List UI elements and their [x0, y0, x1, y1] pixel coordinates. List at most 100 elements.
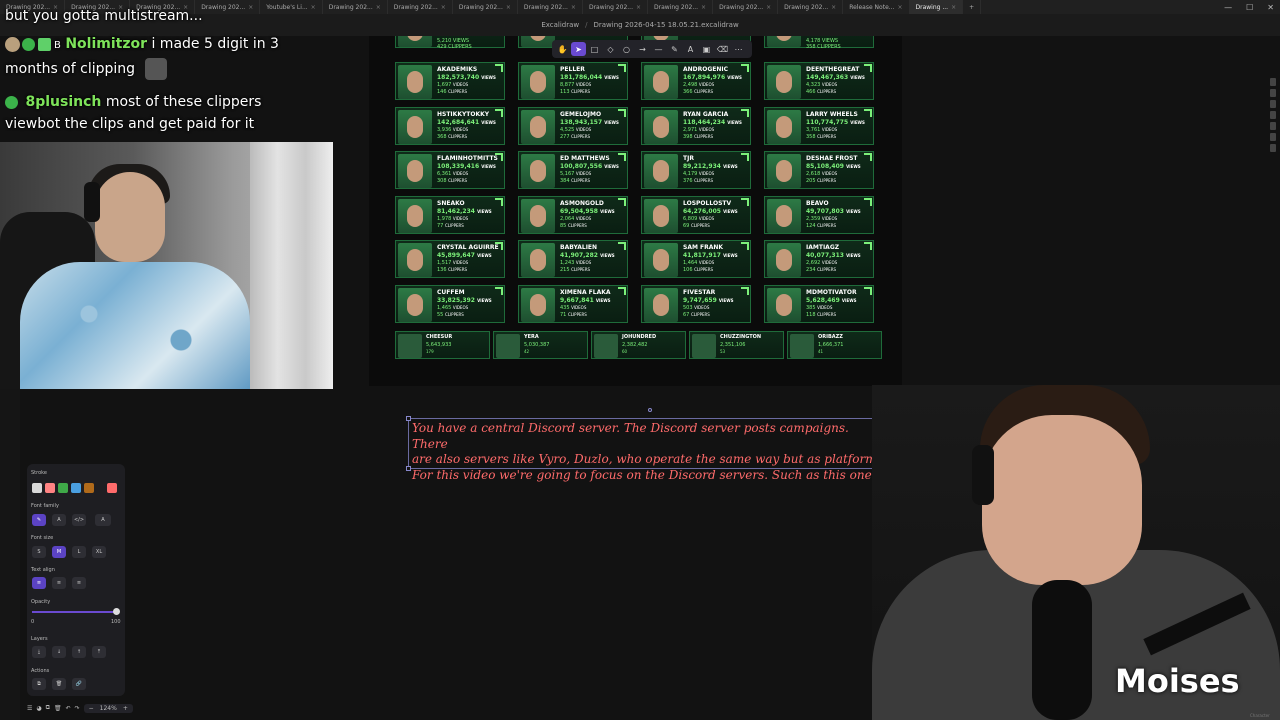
browser-tab[interactable]: Drawing 202... × — [713, 0, 779, 14]
stroke-color-swatch[interactable] — [107, 483, 117, 493]
side-icon[interactable] — [1270, 133, 1276, 141]
stroke-color-swatch[interactable] — [71, 483, 81, 493]
tab-label: Drawing 202... — [719, 3, 764, 11]
eraser-tool-icon[interactable]: ⌫ — [715, 42, 730, 56]
minimize-icon[interactable]: — — [1224, 3, 1232, 12]
browser-tab[interactable]: Drawing ... × — [909, 0, 964, 14]
side-icon[interactable] — [1270, 111, 1276, 119]
views-value: 110,774,775 — [806, 118, 849, 126]
side-icon[interactable] — [1270, 122, 1276, 130]
tab-close-icon[interactable]: × — [571, 4, 576, 11]
trash-icon[interactable]: 🗑 — [54, 705, 62, 712]
opacity-slider-knob[interactable] — [113, 608, 120, 615]
browser-tab[interactable]: Release Note... × — [843, 0, 910, 14]
browser-tab[interactable]: Drawing 202... × — [518, 0, 583, 14]
zoom-level[interactable]: 124% — [100, 705, 117, 712]
rectangle-tool-icon[interactable]: □ — [587, 42, 602, 56]
redo-icon[interactable]: ↷ — [75, 705, 80, 712]
stroke-color-swatch[interactable] — [32, 483, 42, 493]
menu-icon[interactable]: ☰ — [27, 705, 32, 712]
browser-tab[interactable]: Drawing 202... × — [583, 0, 649, 14]
text-tool-icon[interactable]: A — [683, 42, 698, 56]
line-tool-icon[interactable]: — — [651, 42, 666, 56]
tab-close-icon[interactable]: × — [766, 4, 771, 11]
videos-word: VIDEOS — [821, 82, 838, 87]
tab-close-icon[interactable]: × — [701, 4, 706, 11]
font-size-m-button[interactable]: M — [52, 546, 66, 558]
link-icon[interactable]: 🔗 — [72, 678, 86, 690]
views-word: VIEWS — [477, 298, 492, 303]
selection-tool-icon[interactable]: ➤ — [571, 42, 586, 56]
creator-videos: 435 VIDEOS — [560, 305, 586, 311]
rotation-handle[interactable] — [648, 408, 652, 412]
side-icon[interactable] — [1270, 89, 1276, 97]
diamond-tool-icon[interactable]: ◇ — [603, 42, 618, 56]
send-backward-icon[interactable]: ↓ — [52, 646, 66, 658]
font-code-button[interactable]: </> — [72, 514, 86, 526]
stroke-color-swatch[interactable] — [84, 483, 94, 493]
font-size-l-button[interactable]: L — [72, 546, 86, 558]
duplicate-icon[interactable]: ⧉ — [32, 678, 46, 690]
side-icon[interactable] — [1270, 78, 1276, 86]
browser-tab[interactable]: Drawing 202... × — [648, 0, 714, 14]
undo-icon[interactable]: ↶ — [66, 705, 71, 712]
tab-close-icon[interactable]: × — [897, 4, 902, 11]
creator-videos: 6,361 VIDEOS — [437, 171, 468, 177]
new-tab-button[interactable]: + — [963, 0, 982, 14]
tab-close-icon[interactable]: × — [831, 4, 836, 11]
creator-photo — [767, 154, 801, 189]
font-size-s-button[interactable]: S — [32, 546, 46, 558]
creator-photo — [521, 243, 555, 278]
bring-forward-icon[interactable]: ↑ — [72, 646, 86, 658]
creator-photo — [767, 198, 801, 233]
font-more-button[interactable]: A — [95, 514, 111, 526]
browser-tab[interactable]: Drawing 202... × — [453, 0, 518, 14]
creator-clippers: 77 CLIPPERS — [437, 223, 464, 229]
maximize-icon[interactable]: ☐ — [1246, 3, 1253, 12]
arrow-tool-icon[interactable]: → — [635, 42, 650, 56]
side-icon[interactable] — [1270, 144, 1276, 152]
more-tools-icon[interactable]: ⋯ — [731, 42, 746, 56]
tab-label: Drawing 202... — [654, 3, 699, 11]
resize-handle-nw[interactable] — [406, 416, 411, 421]
align-center-button[interactable]: ≡ — [52, 577, 66, 589]
tab-close-icon[interactable]: × — [506, 4, 511, 11]
close-window-icon[interactable]: ✕ — [1267, 3, 1274, 12]
zoom-out-button[interactable]: − — [89, 705, 94, 712]
align-right-button[interactable]: ≡ — [72, 577, 86, 589]
opacity-slider-track[interactable] — [32, 611, 117, 613]
creator-name: XIMENA FLAKA — [560, 289, 611, 296]
font-size-xl-button[interactable]: XL — [92, 546, 106, 558]
pencil-tool-icon[interactable]: ✎ — [667, 42, 682, 56]
resize-handle-sw[interactable] — [406, 466, 411, 471]
creator-videos: 385 VIDEOS — [806, 305, 832, 311]
videos-value: 2,971 — [683, 126, 698, 133]
bring-to-front-icon[interactable]: ⤒ — [92, 646, 106, 658]
creator-photo — [644, 243, 678, 278]
zoom-in-button[interactable]: + — [123, 705, 128, 712]
stroke-color-swatch[interactable] — [45, 483, 55, 493]
selected-text-element[interactable]: You have a central Discord server. The D… — [406, 416, 894, 482]
browser-tab[interactable]: Drawing 202... × — [778, 0, 844, 14]
send-to-back-icon[interactable]: ⤓ — [32, 646, 46, 658]
side-icon[interactable] — [1270, 100, 1276, 108]
tab-close-icon[interactable]: × — [636, 4, 641, 11]
creator-videos: 2,359 VIDEOS — [806, 216, 837, 222]
align-left-button[interactable]: ≡ — [32, 577, 46, 589]
delete-icon[interactable]: 🗑 — [52, 678, 66, 690]
image-tool-icon[interactable]: ▣ — [699, 42, 714, 56]
font-hand-drawn-button[interactable]: ✎ — [32, 514, 46, 526]
font-normal-button[interactable]: A — [52, 514, 66, 526]
browser-tab[interactable]: Drawing 202... × — [388, 0, 453, 14]
tab-close-icon[interactable]: × — [376, 4, 381, 11]
copy-icon[interactable]: ⧉ — [46, 704, 50, 712]
tab-close-icon[interactable]: × — [441, 4, 446, 11]
chat-username: 8plusinch — [25, 94, 102, 110]
layers-label: Layers — [31, 636, 48, 642]
leaderboard-image[interactable]: 5,210 VIEWS 429 CLIPPERS 4,178 VIEWS 358 CL… — [369, 36, 902, 386]
hand-tool-icon[interactable]: ✋ — [555, 42, 570, 56]
tab-close-icon[interactable]: × — [951, 4, 956, 11]
stroke-color-swatch[interactable] — [58, 483, 68, 493]
ellipse-tool-icon[interactable]: ○ — [619, 42, 634, 56]
palette-icon[interactable]: ◕ — [36, 705, 41, 712]
